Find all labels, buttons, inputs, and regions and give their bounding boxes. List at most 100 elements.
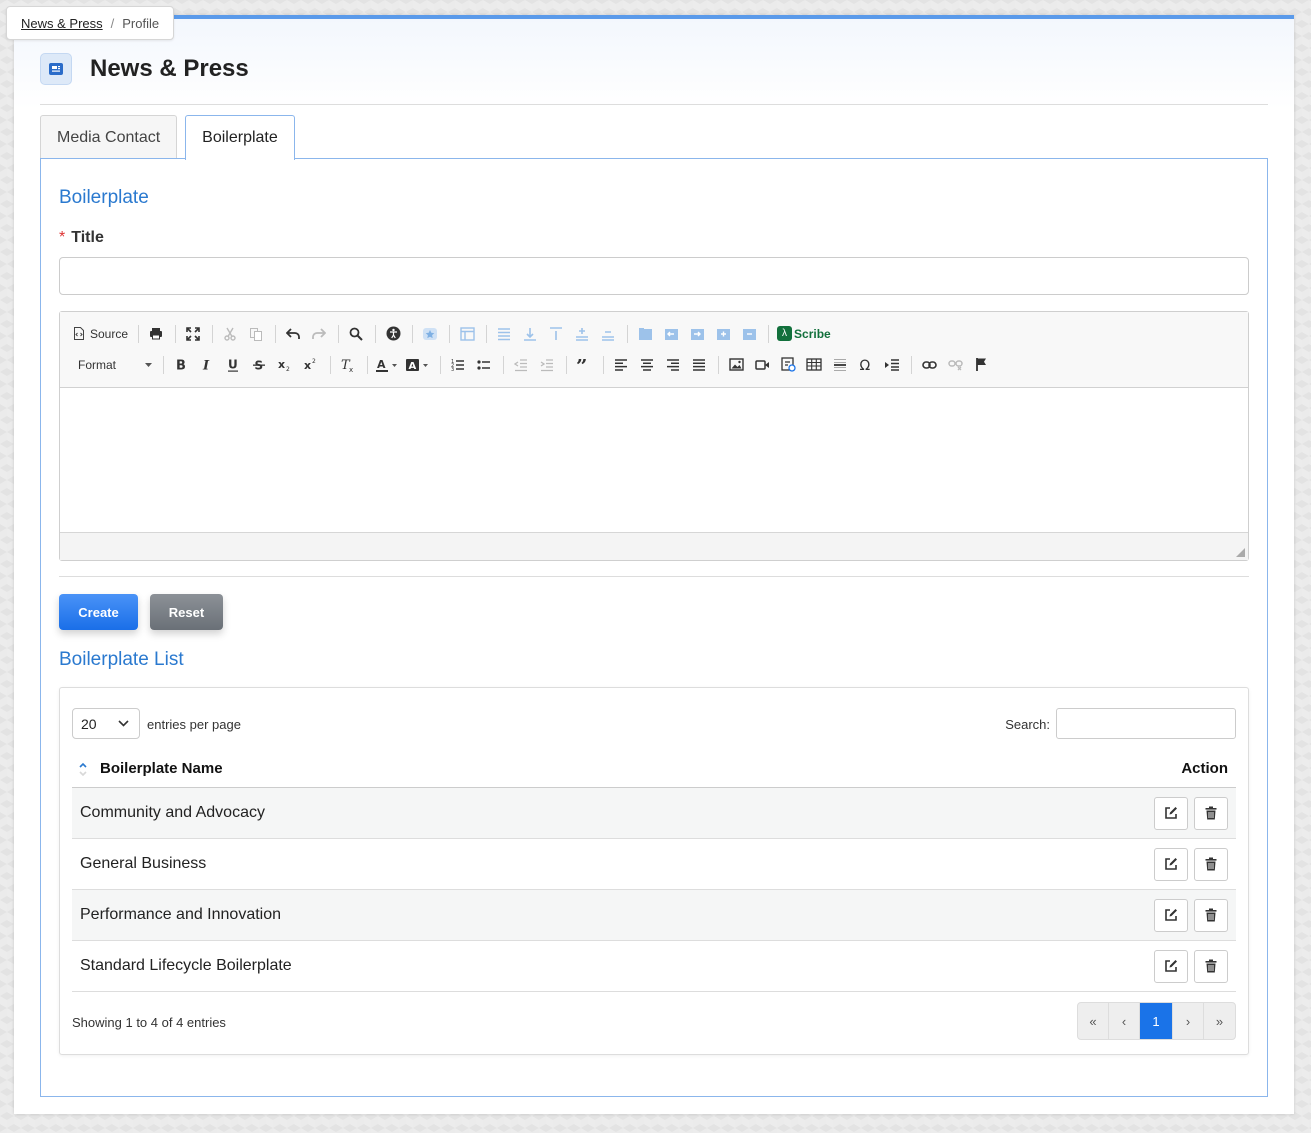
horizontal-rule-button[interactable] xyxy=(828,353,852,377)
edit-icon xyxy=(1165,960,1177,972)
unlink-button[interactable] xyxy=(943,353,967,377)
text-color-button[interactable]: A xyxy=(373,353,401,377)
delete-button[interactable] xyxy=(1194,847,1228,881)
template-button[interactable] xyxy=(418,322,442,346)
scribe-button[interactable]: λ Scribe xyxy=(774,322,834,346)
maximize-button[interactable] xyxy=(181,322,205,346)
delete-button[interactable] xyxy=(1194,796,1228,830)
remove-format-button[interactable]: Tx xyxy=(336,353,360,377)
toolbar-separator xyxy=(503,355,504,374)
reset-button[interactable]: Reset xyxy=(150,594,223,630)
svg-text:A: A xyxy=(409,361,417,372)
chevron-down-icon xyxy=(118,720,129,727)
column-button-1[interactable] xyxy=(633,322,657,346)
editor-content-area[interactable] xyxy=(60,388,1248,532)
pagination-previous[interactable]: ‹ xyxy=(1109,1003,1140,1039)
indent-button[interactable] xyxy=(535,353,559,377)
delete-button[interactable] xyxy=(1194,898,1228,932)
format-select[interactable]: Format xyxy=(70,353,156,377)
title-label-text: Title xyxy=(71,229,104,246)
toolbar-separator xyxy=(330,355,331,374)
blockquote-button[interactable]: ” xyxy=(572,353,596,377)
pagination-first[interactable]: « xyxy=(1078,1003,1109,1039)
italic-button[interactable]: I xyxy=(195,353,219,377)
bulleted-list-button[interactable] xyxy=(472,353,496,377)
breadcrumb-separator: / xyxy=(110,15,115,31)
table-row: General Business xyxy=(72,839,1236,890)
resize-handle-icon[interactable] xyxy=(1236,548,1245,557)
table-layout-button[interactable] xyxy=(455,322,479,346)
row-actions xyxy=(1154,898,1228,932)
copy-button[interactable] xyxy=(244,322,268,346)
svg-text:x: x xyxy=(278,358,285,371)
block-button-4[interactable] xyxy=(570,322,594,346)
bold-button[interactable]: B xyxy=(169,353,193,377)
edit-button[interactable] xyxy=(1154,949,1188,983)
sort-ascending-icon[interactable] xyxy=(78,761,88,777)
column-button-3[interactable] xyxy=(685,322,709,346)
align-left-button[interactable] xyxy=(609,353,633,377)
column-header-boilerplate-name[interactable]: Boilerplate Name xyxy=(100,760,223,777)
block-button-3[interactable] xyxy=(544,322,568,346)
column-button-5[interactable] xyxy=(737,322,761,346)
subscript-icon: x2 xyxy=(278,358,290,371)
image-button[interactable] xyxy=(724,353,748,377)
editor-status-bar xyxy=(60,532,1248,560)
source-button[interactable]: Source xyxy=(70,322,131,346)
insert-row-icon xyxy=(576,327,589,341)
strikethrough-button[interactable]: S xyxy=(247,353,271,377)
boilerplate-list-title: Boilerplate List xyxy=(59,649,184,670)
link-button[interactable] xyxy=(917,353,941,377)
undo-icon xyxy=(286,327,300,339)
toolbar-separator xyxy=(375,324,377,343)
column-button-4[interactable] xyxy=(711,322,735,346)
pagination-last[interactable]: » xyxy=(1204,1003,1235,1039)
background-color-button[interactable]: A xyxy=(403,353,433,377)
superscript-button[interactable]: x2 xyxy=(299,353,323,377)
print-button[interactable] xyxy=(144,322,168,346)
search-input[interactable] xyxy=(1056,708,1236,739)
video-button[interactable] xyxy=(750,353,774,377)
breadcrumb-link-news-press[interactable]: News & Press xyxy=(21,16,103,31)
table-row: Performance and Innovation xyxy=(72,890,1236,941)
underline-button[interactable]: U xyxy=(221,353,245,377)
undo-button[interactable] xyxy=(281,322,305,346)
redo-button[interactable] xyxy=(307,322,331,346)
column-button-2[interactable] xyxy=(659,322,683,346)
edit-button[interactable] xyxy=(1154,847,1188,881)
anchor-button[interactable] xyxy=(969,353,993,377)
edit-button[interactable] xyxy=(1154,898,1188,932)
align-center-button[interactable] xyxy=(635,353,659,377)
find-button[interactable] xyxy=(344,322,368,346)
format-select-label: Format xyxy=(78,357,117,372)
pagination-page-1[interactable]: 1 xyxy=(1140,1003,1173,1039)
table-button[interactable] xyxy=(802,353,826,377)
tab-media-contact[interactable]: Media Contact xyxy=(40,115,178,159)
special-char-button[interactable]: Ω xyxy=(854,353,878,377)
block-button-5[interactable] xyxy=(596,322,620,346)
toolbar-separator xyxy=(911,355,912,374)
create-button[interactable]: Create xyxy=(59,594,138,630)
cut-button[interactable] xyxy=(218,322,242,346)
pagination-next[interactable]: › xyxy=(1173,1003,1204,1039)
title-input[interactable] xyxy=(59,257,1249,295)
block-button-2[interactable] xyxy=(518,322,542,346)
numbered-list-button[interactable]: 123 xyxy=(446,353,470,377)
toolbar-separator xyxy=(163,355,164,374)
subscript-button[interactable]: x2 xyxy=(273,353,297,377)
edit-button[interactable] xyxy=(1154,796,1188,830)
justify-button[interactable] xyxy=(687,353,711,377)
tab-boilerplate[interactable]: Boilerplate xyxy=(185,115,295,160)
svg-text:x: x xyxy=(349,366,353,372)
embed-button[interactable] xyxy=(776,353,800,377)
maximize-icon xyxy=(186,326,200,341)
delete-button[interactable] xyxy=(1194,949,1228,983)
block-button-1[interactable] xyxy=(492,322,516,346)
accessibility-button[interactable] xyxy=(381,322,405,346)
align-right-button[interactable] xyxy=(661,353,685,377)
page-break-button[interactable] xyxy=(880,353,904,377)
entries-per-page-select[interactable]: 20 xyxy=(72,708,140,739)
outdent-button[interactable] xyxy=(509,353,533,377)
svg-text:3: 3 xyxy=(451,367,454,372)
table-body: Community and Advocacy General Business … xyxy=(72,788,1236,992)
